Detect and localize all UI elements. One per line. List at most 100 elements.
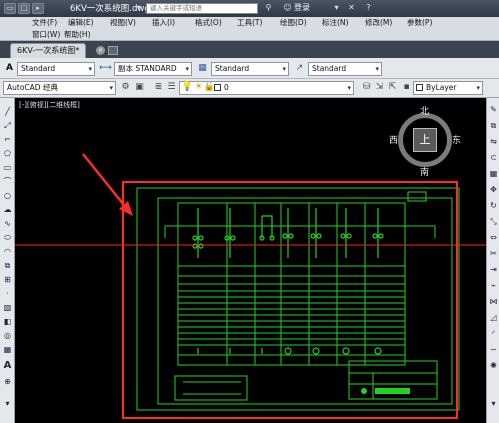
viewcube-west[interactable]: 西 <box>389 133 398 146</box>
menu-parametric[interactable]: 参数(P) <box>407 17 447 29</box>
array-icon[interactable]: ▦ <box>488 168 499 180</box>
line-icon[interactable]: ╱ <box>1 106 14 118</box>
menu-help[interactable]: 帮助(H) <box>64 29 104 41</box>
menu-format[interactable]: 格式(O) <box>195 17 237 29</box>
menu-row-2: 窗口(W) 帮助(H) <box>32 29 104 41</box>
viewcube-east[interactable]: 东 <box>452 133 461 146</box>
blend-icon[interactable]: ∽ <box>488 344 499 356</box>
exchange-icon[interactable]: ✕ <box>345 2 358 14</box>
mirror-icon[interactable]: ⇋ <box>488 136 499 148</box>
join-icon[interactable]: ⋈ <box>488 296 499 308</box>
construction-line-icon[interactable]: ⤢ <box>1 120 14 132</box>
feeder-7 <box>372 208 384 258</box>
region-icon[interactable]: ◎ <box>1 330 14 342</box>
close-tab-icon[interactable]: × <box>96 46 105 55</box>
spline-icon[interactable]: ∿ <box>1 218 14 230</box>
viewcube[interactable]: 上 北 南 东 西 <box>389 104 461 178</box>
user-icon[interactable]: ☺ <box>281 2 294 14</box>
polygon-icon[interactable]: ⬠ <box>1 148 14 160</box>
make-current-layer-icon[interactable]: ⛁ <box>360 81 373 94</box>
title-block-logo <box>361 388 367 394</box>
extend-icon[interactable]: ⇥ <box>488 264 499 276</box>
file-tab[interactable]: 6KV-一次系统图* <box>10 43 87 58</box>
annotation-arrow <box>82 153 133 216</box>
sign-in-link[interactable]: 登录 <box>294 2 310 14</box>
scale-icon[interactable]: ⤡ <box>488 216 499 228</box>
search-input[interactable] <box>146 3 258 14</box>
trim-icon[interactable]: ✂ <box>488 248 499 260</box>
menu-view[interactable]: 视图(V) <box>110 17 152 29</box>
draw-toolbar: ╱ ⤢ ⌐ ⬠ ▭ ⌒ ○ ☁ ∿ ⬭ ◠ ⧉ ⊞ · ▨ ◧ ◎ ▦ A ⊕ … <box>0 98 15 423</box>
menu-dimension[interactable]: 标注(N) <box>322 17 365 29</box>
open-icon[interactable]: ▸ <box>32 3 44 14</box>
menu-insert[interactable]: 插入(I) <box>152 17 195 29</box>
more-modify-icon[interactable]: ▾ <box>488 398 499 410</box>
menu-window[interactable]: 窗口(W) <box>32 29 64 41</box>
menu-edit[interactable]: 编辑(E) <box>68 17 110 29</box>
break-icon[interactable]: ⌁ <box>488 280 499 292</box>
new-tab-icon[interactable] <box>108 46 118 55</box>
layer-properties-icon[interactable]: ≣ <box>152 81 165 94</box>
layer-previous-icon[interactable]: ⇲ <box>373 81 386 94</box>
viewcube-top-face[interactable]: 上 <box>413 128 437 152</box>
more-tools-icon[interactable]: ▾ <box>1 398 14 410</box>
feeder-1 <box>192 208 204 258</box>
copy-icon[interactable]: ⧉ <box>488 120 499 132</box>
erase-icon[interactable]: ✎ <box>488 104 499 116</box>
menu-modify[interactable]: 修改(M) <box>365 17 407 29</box>
feeder-6 <box>340 208 352 258</box>
workspace-select[interactable]: AutoCAD 经典 <box>3 81 116 95</box>
new-icon[interactable]: □ <box>18 3 30 14</box>
mtext-icon[interactable]: A <box>1 360 14 372</box>
menu-draw[interactable]: 绘图(D) <box>280 17 322 29</box>
file-tab-bar: 6KV-一次系统图* × <box>0 41 499 58</box>
chamfer-icon[interactable]: ◿ <box>488 312 499 324</box>
point-icon[interactable]: · <box>1 288 14 300</box>
color-select[interactable]: ByLayer <box>413 81 483 95</box>
search-icon[interactable]: ⚲ <box>262 2 275 14</box>
drawing-frame <box>136 187 460 411</box>
text-style-icon: A <box>6 63 13 73</box>
search-dropdown-icon[interactable]: ▾ <box>132 2 145 14</box>
gradient-icon[interactable]: ◧ <box>1 316 14 328</box>
insert-block-icon[interactable]: ⧉ <box>1 260 14 272</box>
table-icon[interactable]: ▦ <box>1 344 14 356</box>
logo-bar <box>375 388 410 394</box>
match-layer-icon[interactable]: ⇱ <box>386 81 399 94</box>
rectangle-icon[interactable]: ▭ <box>1 162 14 174</box>
feeder-5 <box>310 208 322 258</box>
stretch-icon[interactable]: ⇔ <box>488 232 499 244</box>
drawing-canvas[interactable]: [-][俯视][二维线框] 上 北 南 东 西 <box>15 98 486 423</box>
ellipse-arc-icon[interactable]: ◠ <box>1 246 14 258</box>
workspace-settings-icon[interactable]: ⚙ <box>119 81 132 94</box>
explode-icon[interactable]: ✺ <box>488 360 499 372</box>
polyline-icon[interactable]: ⌐ <box>1 134 14 146</box>
rotate-icon[interactable]: ↻ <box>488 200 499 212</box>
info-icon[interactable]: ▾ <box>330 2 343 14</box>
layer-state-icon[interactable]: ☰ <box>165 81 178 94</box>
color-icon[interactable]: ▪ <box>400 81 413 94</box>
dim-style-select[interactable]: 副本 STANDARD <box>114 62 192 76</box>
text-style-select[interactable]: Standard <box>17 62 95 76</box>
multileader-style-select[interactable]: Standard <box>308 62 382 76</box>
offset-icon[interactable]: ⊂ <box>488 152 499 164</box>
move-icon[interactable]: ✥ <box>488 184 499 196</box>
add-selected-icon[interactable]: ⊕ <box>1 376 14 388</box>
dim-style-icon: ⟷ <box>99 63 112 73</box>
save-workspace-icon[interactable]: ▣ <box>133 81 146 94</box>
ellipse-icon[interactable]: ⬭ <box>1 232 14 244</box>
table-style-select[interactable]: Standard <box>211 62 289 76</box>
app-menu-icon[interactable]: ▭ <box>4 3 16 14</box>
arc-icon[interactable]: ⌒ <box>1 176 14 188</box>
viewcube-south[interactable]: 南 <box>420 165 429 178</box>
make-block-icon[interactable]: ⊞ <box>1 274 14 286</box>
hatch-icon[interactable]: ▨ <box>1 302 14 314</box>
title-bar: ▭ □ ▸ 6KV一次系统图.dwg ▾ ⚲ ☺ 登录 ▾ ✕ ? <box>0 0 499 17</box>
revision-cloud-icon[interactable]: ☁ <box>1 204 14 216</box>
menu-tools[interactable]: 工具(T) <box>237 17 280 29</box>
help-icon[interactable]: ? <box>362 2 375 14</box>
menu-file[interactable]: 文件(F) <box>32 17 68 29</box>
circle-icon[interactable]: ○ <box>1 190 14 202</box>
fillet-icon[interactable]: ◜ <box>488 328 499 340</box>
viewcube-north[interactable]: 北 <box>420 104 429 117</box>
